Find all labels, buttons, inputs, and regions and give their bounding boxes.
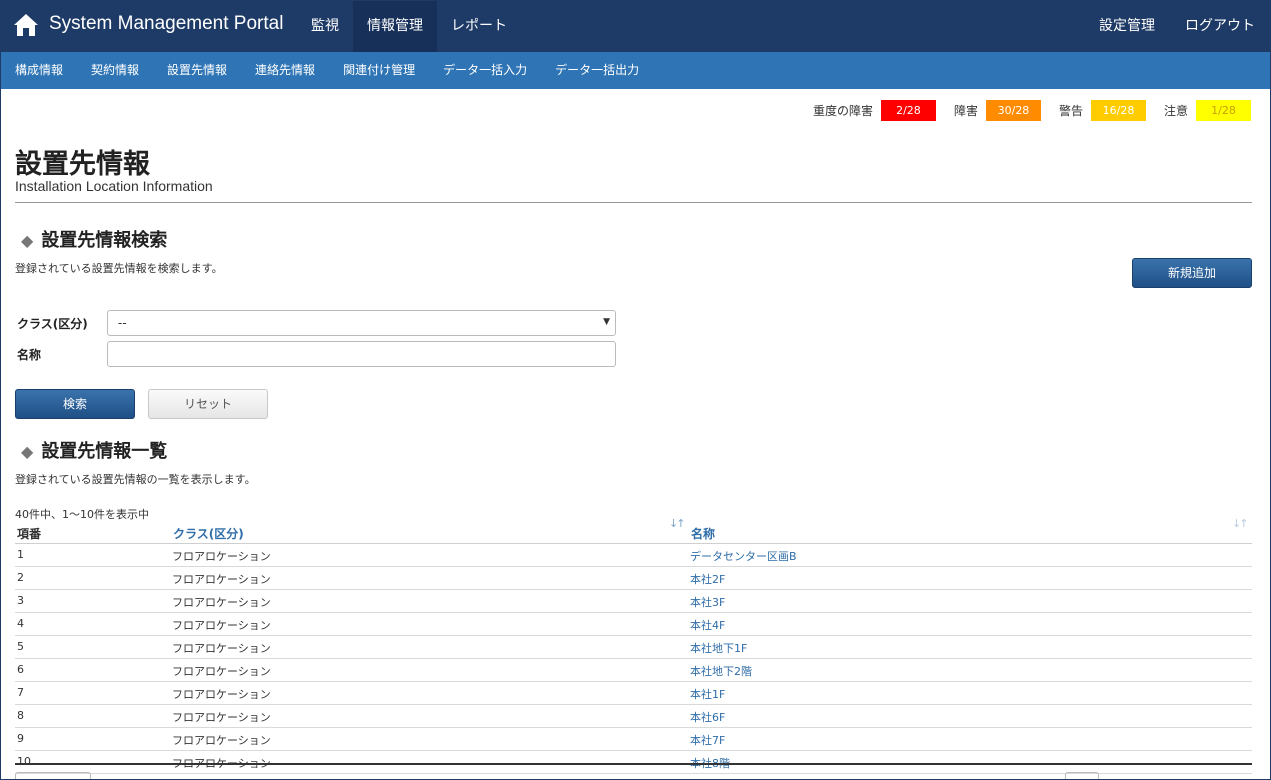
row-number: 10: [17, 755, 31, 768]
row-class: フロアロケーション: [172, 619, 271, 632]
row-name-link[interactable]: 本社7F: [690, 732, 725, 748]
page-subtitle: Installation Location Information: [15, 178, 213, 194]
row-name-link[interactable]: データセンター区画B: [690, 548, 797, 564]
table-bottom-rule: [15, 763, 1252, 765]
row-class: フロアロケーション: [172, 711, 271, 724]
sort-icon[interactable]: ↓↑: [669, 517, 686, 530]
table-row: 7 フロアロケーション 本社1F: [15, 682, 1252, 705]
home-icon[interactable]: [13, 12, 39, 38]
top-bar: System Management Portal 監視 情報管理 レポート 設定…: [1, 1, 1270, 52]
table-header: 項番 クラス(区分) ↓↑ 名称 ↓↑: [15, 517, 1252, 544]
row-number: 2: [17, 571, 24, 584]
subnav-contract[interactable]: 契約情報: [77, 52, 153, 89]
alert-error-badge[interactable]: 30/28: [985, 100, 1041, 121]
chevron-down-icon: ▼: [603, 317, 610, 327]
nav-info-management[interactable]: 情報管理: [353, 1, 437, 52]
row-name-link[interactable]: 本社地下1F: [690, 640, 747, 656]
alert-summary: 重度の障害 2/28 障害 30/28 警告 16/28 注意 1/28: [813, 100, 1251, 121]
top-right-nav: 設定管理 ログアウト: [1084, 1, 1270, 52]
table-row: 2 フロアロケーション 本社2F: [15, 567, 1252, 590]
table-row: 3 フロアロケーション 本社3F: [15, 590, 1252, 613]
row-class: フロアロケーション: [172, 573, 271, 586]
column-header-name[interactable]: 名称: [691, 525, 715, 542]
alert-caution-label: 注意: [1163, 104, 1188, 118]
row-class: フロアロケーション: [172, 596, 271, 609]
row-name-link[interactable]: 本社4F: [690, 617, 725, 633]
page-size-select[interactable]: [15, 772, 91, 779]
sub-nav: 構成情報 契約情報 設置先情報 連絡先情報 関連付け管理 データ一括入力 データ…: [1, 52, 1270, 89]
search-button[interactable]: 検索: [15, 389, 135, 419]
alert-caution-badge[interactable]: 1/28: [1196, 100, 1251, 121]
table-row: 5 フロアロケーション 本社地下1F: [15, 636, 1252, 659]
subnav-installation[interactable]: 設置先情報: [153, 52, 241, 89]
row-name-link[interactable]: 本社3F: [690, 594, 725, 610]
column-header-class[interactable]: クラス(区分): [173, 525, 244, 542]
row-number: 9: [17, 732, 24, 745]
list-description: 登録されている設置先情報の一覧を表示します。: [15, 473, 256, 486]
list-section-heading: ◆ 設置先情報一覧: [21, 437, 167, 463]
title-divider: [15, 202, 1252, 203]
row-number: 8: [17, 709, 24, 722]
class-select[interactable]: -- ▼: [107, 310, 616, 336]
column-header-number: 項番: [17, 527, 42, 541]
brand-title[interactable]: System Management Portal: [49, 13, 283, 35]
row-class: フロアロケーション: [172, 665, 271, 678]
row-number: 4: [17, 617, 24, 630]
name-label: 名称: [17, 348, 42, 362]
subnav-bulk-export[interactable]: データ一括出力: [541, 52, 653, 89]
table-row: 6 フロアロケーション 本社地下2階: [15, 659, 1252, 682]
row-name-link[interactable]: 本社1F: [690, 686, 725, 702]
class-select-value: --: [118, 316, 127, 330]
row-number: 3: [17, 594, 24, 607]
table-row: 4 フロアロケーション 本社4F: [15, 613, 1252, 636]
subnav-association[interactable]: 関連付け管理: [329, 52, 429, 89]
top-nav: 監視 情報管理 レポート: [297, 1, 521, 52]
table-row: 9 フロアロケーション 本社7F: [15, 728, 1252, 751]
search-section-heading: ◆ 設置先情報検索: [21, 226, 167, 252]
app-window: System Management Portal 監視 情報管理 レポート 設定…: [0, 0, 1271, 780]
row-number: 1: [17, 548, 24, 561]
subnav-configuration[interactable]: 構成情報: [1, 52, 77, 89]
subnav-bulk-import[interactable]: データ一括入力: [429, 52, 541, 89]
diamond-icon: ◆: [21, 442, 34, 461]
row-class: フロアロケーション: [172, 550, 271, 563]
class-label: クラス(区分): [17, 317, 88, 331]
alert-critical-label: 重度の障害: [812, 104, 873, 118]
search-description: 登録されている設置先情報を検索します。: [15, 262, 223, 275]
subnav-contact[interactable]: 連絡先情報: [241, 52, 329, 89]
page-number-input[interactable]: [1065, 772, 1099, 779]
logout-link[interactable]: ログアウト: [1170, 1, 1270, 52]
row-class: フロアロケーション: [172, 688, 271, 701]
row-number: 6: [17, 663, 24, 676]
diamond-icon: ◆: [21, 231, 34, 250]
row-class: フロアロケーション: [172, 734, 271, 747]
list-heading-text: 設置先情報一覧: [41, 441, 168, 462]
table-body: 1 フロアロケーション データセンター区画B 2 フロアロケーション 本社2F 3 フロアロケ…: [15, 544, 1252, 774]
row-name-link[interactable]: 本社6F: [690, 709, 725, 725]
add-new-button[interactable]: 新規追加: [1132, 258, 1252, 288]
nav-monitoring[interactable]: 監視: [297, 1, 353, 52]
row-name-link[interactable]: 本社2F: [690, 571, 725, 587]
table-row: 1 フロアロケーション データセンター区画B: [15, 544, 1252, 567]
reset-button[interactable]: リセット: [148, 389, 268, 419]
alert-warning-label: 警告: [1058, 104, 1083, 118]
name-input[interactable]: [107, 341, 616, 367]
alert-warning-badge[interactable]: 16/28: [1090, 100, 1146, 121]
nav-settings[interactable]: 設定管理: [1084, 1, 1170, 52]
alert-critical-badge[interactable]: 2/28: [880, 100, 936, 121]
table-row: 8 フロアロケーション 本社6F: [15, 705, 1252, 728]
row-class: フロアロケーション: [172, 642, 271, 655]
location-table: 項番 クラス(区分) ↓↑ 名称 ↓↑ 1 フロアロケーション データセンター区画B…: [15, 517, 1252, 774]
row-name-link[interactable]: 本社地下2階: [690, 663, 752, 679]
sort-icon[interactable]: ↓↑: [1232, 517, 1249, 530]
alert-error-label: 障害: [953, 104, 978, 118]
row-number: 5: [17, 640, 24, 653]
page-title: 設置先情報: [15, 149, 150, 180]
row-number: 7: [17, 686, 24, 699]
search-heading-text: 設置先情報検索: [41, 230, 168, 251]
nav-report[interactable]: レポート: [437, 1, 521, 52]
